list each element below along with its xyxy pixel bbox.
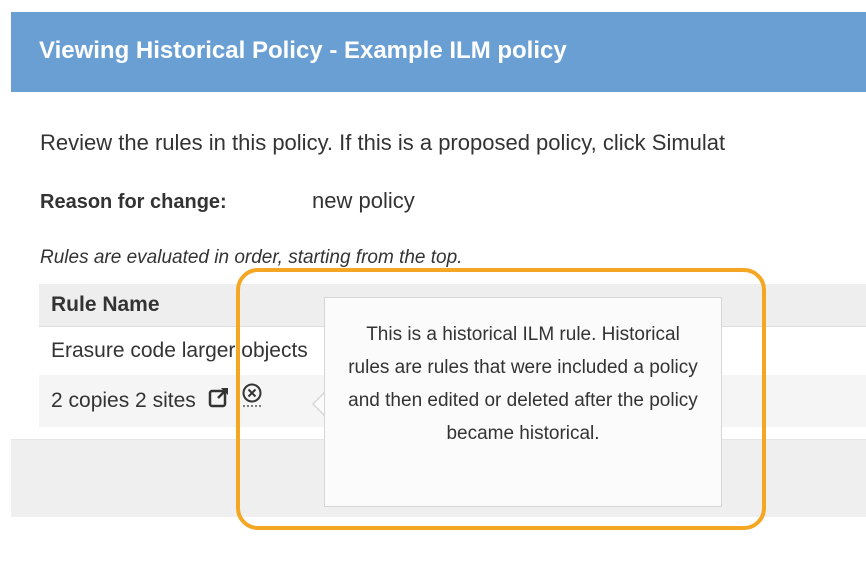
reason-label: Reason for change: — [40, 191, 227, 213]
open-external-icon[interactable] — [208, 376, 230, 428]
modal-header: Viewing Historical Policy - Example ILM … — [11, 12, 866, 92]
rule-name: 2 copies 2 sites — [51, 389, 196, 412]
rule-name: Erasure code larger objects — [51, 339, 308, 362]
modal-title: Viewing Historical Policy - Example ILM … — [39, 37, 567, 64]
reason-value: new policy — [312, 188, 415, 213]
reason-for-change: Reason for change: new policy — [40, 188, 415, 214]
tooltip-text: This is a historical ILM rule. Historica… — [348, 324, 698, 444]
historical-rule-tooltip: This is a historical ILM rule. Historica… — [324, 297, 722, 507]
rules-order-note: Rules are evaluated in order, starting f… — [40, 247, 463, 268]
historical-rule-icon[interactable] — [241, 376, 263, 428]
intro-text: Review the rules in this policy. If this… — [40, 130, 726, 155]
